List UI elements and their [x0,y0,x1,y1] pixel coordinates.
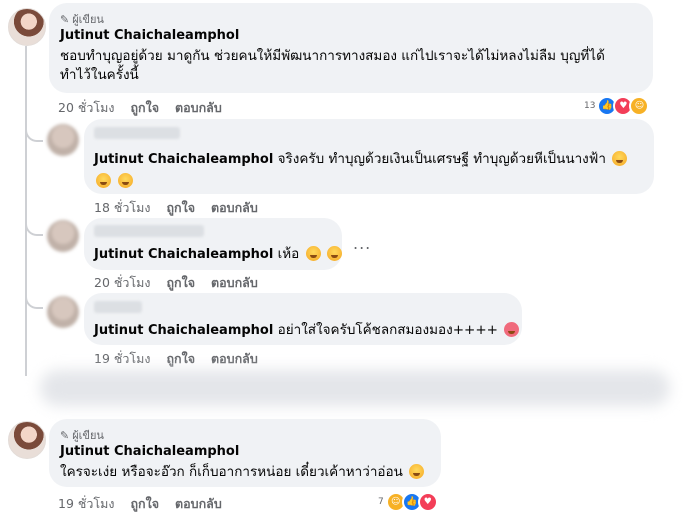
comment-text-line: ทำไว้ในครั้งนี้ [60,67,139,83]
like-link[interactable]: ถูกใจ [130,98,159,118]
reaction-summary[interactable]: 13 👍 ♥ ☺ [584,96,650,116]
like-link[interactable]: ถูกใจ [166,273,195,293]
more-options-button[interactable]: ... [353,234,371,253]
reaction-summary[interactable]: 7 ☺ 👍 ♥ [378,492,438,512]
reply-text: Jutinut Chaichaleamphol จริงครับ ทำบุญด้… [94,150,628,169]
care-reaction-icon: ☺ [629,96,650,116]
reply-text: Jutinut Chaichaleamphol อย่าใส่ใจครับโค้… [94,321,520,340]
author-badge-label: ผู้เขียน [72,429,104,442]
kissing-emoji-icon [326,246,342,261]
comment-actions: 20 ชั่วโมง ถูกใจ ตอบกลับ [58,98,222,118]
comment-actions: 20 ชั่วโมง ถูกใจ ตอบกลับ [94,273,258,293]
emoji-line [94,170,134,189]
commenter-avatar[interactable] [47,296,79,328]
reply-link[interactable]: ตอบกลับ [211,273,258,293]
comment-author-name[interactable]: Jutinut Chaichaleamphol [60,444,239,459]
reply-link[interactable]: ตอบกลับ [211,349,258,369]
author-badge-label: ผู้เขียน [72,13,104,26]
comment-author-name[interactable]: Jutinut Chaichaleamphol [60,28,239,43]
reply-text-content: อย่าใส่ใจครับโค้ชลกสมองมอง++++ [277,322,498,338]
kissing-emoji-icon [96,173,111,188]
comment-timestamp[interactable]: 19 ชั่วโมง [58,494,114,514]
like-link[interactable]: ถูกใจ [166,349,195,369]
thread-connector [25,118,43,142]
mentioned-name[interactable]: Jutinut Chaichaleamphol [94,247,273,262]
mentioned-name[interactable]: Jutinut Chaichaleamphol [94,323,273,338]
reply-text-content: จริงครับ ทำบุญด้วยเงินเป็นเศรษฐี ทำบุญด้… [277,151,606,167]
pencil-icon: ✎ [60,12,70,26]
author-avatar[interactable] [8,8,46,46]
commenter-avatar[interactable] [47,220,79,252]
reply-text-content: เห้อ [277,246,300,262]
author-badge: ✎ ผู้เขียน [60,426,104,444]
comment-text: ใครจะเง่ย หรือจะอ๊วก ก็เก็บอาการหน่อย เด… [60,463,425,482]
comment-text-content: ใครจะเง่ย หรือจะอ๊วก ก็เก็บอาการหน่อย เด… [60,464,403,480]
author-avatar[interactable] [8,421,46,459]
kissing-emoji-icon [305,246,321,261]
thread-connector [25,285,43,309]
reply-text: Jutinut Chaichaleamphol เห้อ [94,245,342,264]
commenter-avatar[interactable] [47,124,79,156]
comment-timestamp[interactable]: 20 ชั่วโมง [94,273,150,293]
blurred-comment [40,370,670,406]
comment-text-line: ชอบทำบุญอยู่ด้วย มาดูกัน ช่วยคนให้มีพัฒน… [60,48,605,64]
love-reaction-icon: ♥ [417,492,438,512]
heart-eyes-emoji-icon [504,322,520,337]
comment-timestamp[interactable]: 20 ชั่วโมง [58,98,114,118]
comment-timestamp[interactable]: 18 ชั่วโมง [94,198,150,218]
reply-link[interactable]: ตอบกลับ [211,198,258,218]
thread-connector [25,212,43,236]
redacted-commenter-name [94,301,142,313]
author-badge: ✎ ผู้เขียน [60,10,104,28]
reaction-count: 13 [584,101,596,111]
comment-actions: 18 ชั่วโมง ถูกใจ ตอบกลับ [94,198,258,218]
reply-link[interactable]: ตอบกลับ [175,98,222,118]
reply-link[interactable]: ตอบกลับ [175,494,222,514]
pencil-icon: ✎ [60,428,70,442]
redacted-commenter-name [94,127,180,139]
like-link[interactable]: ถูกใจ [166,198,195,218]
like-link[interactable]: ถูกใจ [130,494,159,514]
comment-actions: 19 ชั่วโมง ถูกใจ ตอบกลับ [58,494,222,514]
kissing-emoji-icon [118,173,134,188]
redacted-commenter-name [94,225,204,237]
thread-line [25,46,27,376]
kissing-emoji-icon [612,151,628,166]
comment-actions: 19 ชั่วโมง ถูกใจ ตอบกลับ [94,349,258,369]
comment-timestamp[interactable]: 19 ชั่วโมง [94,349,150,369]
mentioned-name[interactable]: Jutinut Chaichaleamphol [94,152,273,167]
grinning-emoji-icon [409,464,425,479]
reaction-count: 7 [378,497,384,507]
